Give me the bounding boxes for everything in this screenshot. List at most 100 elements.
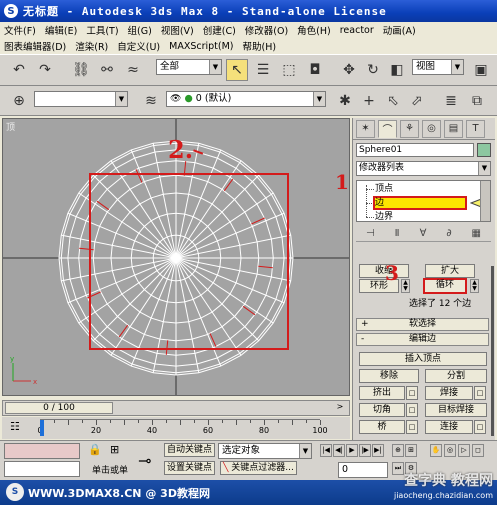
menu-file[interactable]: 文件(F) bbox=[4, 23, 36, 37]
absolute-mode-icon[interactable]: ⊞ bbox=[110, 443, 119, 456]
remove-button[interactable]: 移除 bbox=[359, 369, 419, 383]
track-bar[interactable]: ☷ 020406080100 bbox=[2, 417, 350, 439]
menu-tools[interactable]: 工具(T) bbox=[86, 23, 118, 37]
bridge-settings-icon[interactable]: □ bbox=[406, 420, 418, 434]
soft-selection-rollout[interactable]: + 软选择 bbox=[356, 318, 489, 331]
menu-create[interactable]: 创建(C) bbox=[203, 23, 236, 37]
stack-item-border[interactable]: 边界 bbox=[375, 211, 470, 223]
stack-item-edge[interactable]: 边 bbox=[373, 196, 467, 210]
key-mode-icon[interactable]: ⏭ bbox=[392, 462, 404, 475]
selection-filter-dropdown[interactable]: 全部 ▼ bbox=[156, 59, 222, 75]
zoom-icon[interactable]: ⊕ bbox=[392, 444, 404, 457]
modify-tab-icon[interactable]: ⌒ bbox=[378, 119, 397, 138]
set-key-button[interactable]: 设置关键点 bbox=[164, 461, 216, 475]
panel-scrollbar[interactable] bbox=[491, 266, 494, 436]
menu-modifiers[interactable]: 修改器(O) bbox=[245, 23, 288, 37]
extrude-settings-icon[interactable]: □ bbox=[406, 386, 418, 400]
time-slider-thumb[interactable]: 0 / 100 bbox=[5, 402, 113, 414]
menu-edit[interactable]: 编辑(E) bbox=[45, 23, 77, 37]
select-layer-objects-icon[interactable]: ⬁ bbox=[382, 90, 404, 112]
reference-coord-dropdown[interactable]: 视图 ▼ bbox=[412, 59, 464, 75]
menu-customize[interactable]: 自定义(U) bbox=[117, 39, 160, 53]
menu-maxscript[interactable]: MAXScript(M) bbox=[169, 41, 233, 52]
key-filters-button[interactable]: ╲ 关键点过滤器... bbox=[220, 461, 297, 475]
menu-rendering[interactable]: 渲染(R) bbox=[75, 39, 108, 53]
select-object-icon[interactable]: ↖ bbox=[226, 59, 248, 81]
stack-item-vertex[interactable]: 顶点 bbox=[375, 183, 470, 195]
shrink-button[interactable]: 收缩 bbox=[359, 264, 409, 278]
top-viewport[interactable]: 顶 x y 2. bbox=[2, 118, 350, 396]
bridge-button[interactable]: 桥 bbox=[359, 420, 405, 434]
previous-frame-icon[interactable]: ◀| bbox=[333, 444, 345, 457]
key-filter-set-dropdown[interactable]: 选定对象 ▼ bbox=[218, 443, 312, 459]
connect-button[interactable]: 连接 bbox=[425, 420, 473, 434]
maxscript-listener-field[interactable] bbox=[4, 443, 80, 459]
show-end-result-icon[interactable]: Ⅱ bbox=[395, 228, 400, 239]
target-weld-button[interactable]: 目标焊接 bbox=[425, 403, 487, 417]
display-tab-icon[interactable]: ▤ bbox=[444, 119, 463, 138]
set-current-layer-icon[interactable]: ⬀ bbox=[406, 90, 428, 112]
lock-icon[interactable]: 🔒 bbox=[88, 443, 102, 456]
rotate-icon[interactable]: ↻ bbox=[362, 59, 384, 81]
create-layer-icon[interactable]: + bbox=[358, 90, 380, 112]
snap-icon[interactable]: ⊕ bbox=[8, 90, 30, 112]
chamfer-settings-icon[interactable]: □ bbox=[406, 403, 418, 417]
make-unique-icon[interactable]: ∀ bbox=[420, 228, 427, 239]
window-crossing-icon[interactable]: ◘ bbox=[304, 59, 326, 81]
play-icon[interactable]: ▶ bbox=[346, 444, 358, 457]
undo-icon[interactable]: ↶ bbox=[8, 59, 30, 81]
menu-group[interactable]: 组(G) bbox=[128, 23, 152, 37]
chamfer-button[interactable]: 切角 bbox=[359, 403, 405, 417]
layer-dropdown[interactable]: 👁 ● 0 (默认) ▼ bbox=[166, 91, 326, 107]
menu-animation[interactable]: 动画(A) bbox=[383, 23, 416, 37]
ring-spinner[interactable]: ▲ ▼ bbox=[401, 279, 410, 293]
menu-graph-editors[interactable]: 图表编辑器(D) bbox=[4, 39, 66, 53]
mini-curve-editor-icon[interactable]: ☷ bbox=[10, 420, 20, 433]
current-frame-field[interactable]: 0 bbox=[338, 462, 388, 478]
extrude-button[interactable]: 挤出 bbox=[359, 386, 405, 400]
zoom-all-icon[interactable]: ⊞ bbox=[405, 444, 417, 457]
object-name-field[interactable]: Sphere01 bbox=[356, 143, 474, 157]
app-icon[interactable]: S bbox=[4, 4, 18, 18]
chevron-right-icon[interactable]: > bbox=[333, 402, 347, 414]
menu-character[interactable]: 角色(H) bbox=[297, 23, 331, 37]
layer-properties-icon[interactable]: ⧉ bbox=[466, 90, 488, 112]
weld-settings-icon[interactable]: □ bbox=[474, 386, 486, 400]
go-to-start-icon[interactable]: |◀ bbox=[320, 444, 332, 457]
scale-icon[interactable]: ◧ bbox=[386, 59, 408, 81]
connect-settings-icon[interactable]: □ bbox=[474, 420, 486, 434]
select-link-icon[interactable]: ⛓ bbox=[70, 59, 92, 81]
orbit-icon[interactable]: ◎ bbox=[444, 444, 456, 457]
object-color-swatch[interactable] bbox=[477, 143, 491, 157]
loop-button[interactable]: 循环 bbox=[423, 278, 467, 294]
time-slider[interactable]: 0 / 100 > bbox=[2, 400, 350, 416]
hierarchy-tab-icon[interactable]: ⚘ bbox=[400, 119, 419, 138]
fov-icon[interactable]: ▷ bbox=[458, 444, 470, 457]
select-by-name-icon[interactable]: ☰ bbox=[252, 59, 274, 81]
named-selection-dropdown[interactable]: ▼ bbox=[34, 91, 128, 107]
key-icon[interactable]: ⊸ bbox=[138, 451, 151, 470]
rectangular-selection-icon[interactable]: ⬚ bbox=[278, 59, 300, 81]
menu-reactor[interactable]: reactor bbox=[340, 25, 374, 36]
pivot-center-icon[interactable]: ▣ bbox=[470, 59, 492, 81]
move-icon[interactable]: ✥ bbox=[338, 59, 360, 81]
insert-vertex-button[interactable]: 插入顶点 bbox=[359, 352, 487, 366]
next-frame-icon[interactable]: |▶ bbox=[359, 444, 371, 457]
create-tab-icon[interactable]: ✶ bbox=[356, 119, 375, 138]
split-button[interactable]: 分割 bbox=[425, 369, 487, 383]
auto-key-button[interactable]: 自动关键点 bbox=[164, 443, 216, 457]
add-to-layer-icon[interactable]: ✱ bbox=[334, 90, 356, 112]
pan-icon[interactable]: ✋ bbox=[430, 444, 442, 457]
edit-edges-rollout[interactable]: - 编辑边 bbox=[356, 333, 489, 346]
motion-tab-icon[interactable]: ◎ bbox=[422, 119, 441, 138]
utilities-tab-icon[interactable]: T bbox=[466, 119, 485, 138]
configure-sets-icon[interactable]: ▦ bbox=[472, 228, 481, 239]
pin-stack-icon[interactable]: ⊣ bbox=[366, 228, 375, 239]
layers-icon[interactable]: ≣ bbox=[440, 90, 462, 112]
remove-modifier-icon[interactable]: ∂ bbox=[446, 228, 451, 239]
stack-scrollbar[interactable] bbox=[480, 181, 490, 221]
redo-icon[interactable]: ↷ bbox=[34, 59, 56, 81]
loop-spinner[interactable]: ▲ ▼ bbox=[470, 279, 479, 293]
menu-views[interactable]: 视图(V) bbox=[161, 23, 194, 37]
grow-button[interactable]: 扩大 bbox=[425, 264, 475, 278]
